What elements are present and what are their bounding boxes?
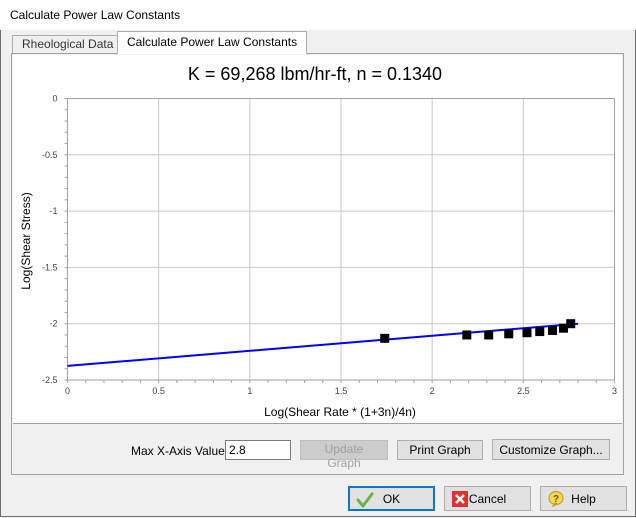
x-tick-label: 1	[247, 386, 252, 396]
axes	[64, 98, 615, 383]
x-tick-label: 0.5	[152, 386, 165, 396]
y-tick-label: -0.5	[42, 150, 58, 160]
fit-line	[67, 322, 579, 367]
print-graph-button[interactable]: Print Graph	[397, 440, 483, 460]
power-law-chart: K = 69,268 lbm/hr-ft, n = 0.1340 0 0.5 1 1.…	[19, 64, 617, 419]
ok-button[interactable]: OK	[348, 486, 435, 511]
grid-lines	[67, 98, 615, 380]
y-tick-label: -1.5	[42, 262, 58, 272]
x-tick-label: 1.5	[335, 386, 348, 396]
chart-title: K = 69,268 lbm/hr-ft, n = 0.1340	[188, 64, 442, 84]
tab-label: Calculate Power Law Constants	[127, 35, 298, 49]
update-graph-button[interactable]: Update Graph	[300, 440, 388, 470]
data-point	[566, 319, 576, 329]
x-tick-label: 3	[612, 386, 617, 396]
data-point	[484, 330, 494, 340]
y-tick-label: -2	[49, 319, 57, 329]
y-tick-label: 0	[52, 94, 57, 104]
chart-area: K = 69,268 lbm/hr-ft, n = 0.1340 0 0.5 1 1.…	[13, 55, 622, 424]
help-button[interactable]: ? Help	[540, 486, 627, 511]
data-point	[504, 329, 514, 339]
tab-label: Rheological Data	[22, 37, 114, 51]
tick-labels: 0 0.5 1 1.5 2 2.5 3 0 -0.5 -1 -1.5 -2 -2.5	[42, 94, 617, 397]
max-x-axis-label: Max X-Axis Value:	[131, 444, 229, 458]
data-point	[548, 325, 558, 335]
data-point	[380, 333, 390, 343]
svg-text:?: ?	[553, 494, 559, 505]
customize-graph-button[interactable]: Customize Graph...	[492, 439, 610, 460]
x-tick-label: 2.5	[517, 386, 530, 396]
x-tick-label: 0	[65, 386, 70, 396]
window-title: Calculate Power Law Constants	[10, 8, 181, 22]
x-axis-label: Log(Shear Rate * (1+3n)/4n)	[264, 405, 416, 419]
max-x-axis-input[interactable]	[225, 440, 291, 460]
y-tick-label: -2.5	[42, 375, 58, 385]
x-tick-label: 2	[430, 386, 435, 396]
title-bar: Calculate Power Law Constants	[0, 0, 636, 30]
data-point	[535, 327, 545, 337]
tab-panel: K = 69,268 lbm/hr-ft, n = 0.1340 0 0.5 1 1.…	[11, 53, 624, 475]
tab-rheological-data[interactable]: Rheological Data	[12, 35, 124, 53]
y-tick-label: -1	[49, 206, 57, 216]
data-point	[522, 328, 532, 338]
data-point	[462, 330, 472, 340]
cancel-label: Cancel	[468, 491, 507, 506]
red-x-icon	[451, 490, 469, 508]
y-axis-label: Log(Shear Stress)	[19, 192, 33, 289]
question-bubble-icon: ?	[547, 490, 565, 508]
tab-calculate-power-law-constants[interactable]: Calculate Power Law Constants	[117, 31, 308, 54]
checkmark-icon	[356, 491, 374, 509]
ok-label: OK	[382, 491, 401, 506]
cancel-button[interactable]: Cancel	[444, 486, 531, 511]
help-label: Help	[571, 491, 596, 506]
